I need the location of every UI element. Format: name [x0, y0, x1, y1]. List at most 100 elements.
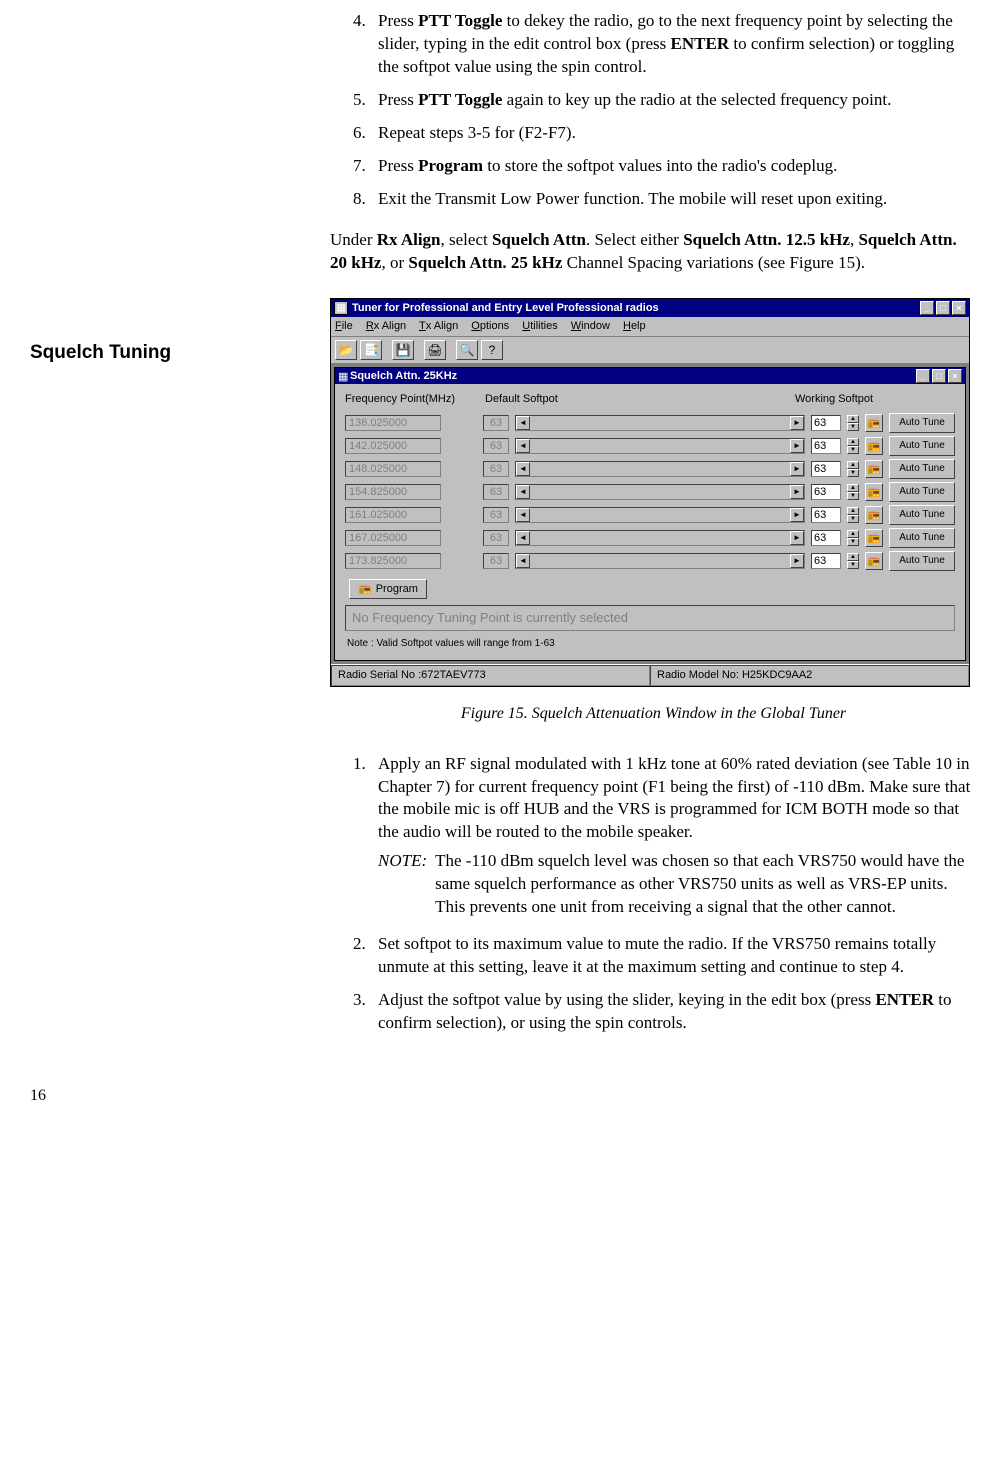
app-titlebar[interactable]: ▦ Tuner for Professional and Entry Level… — [331, 299, 969, 317]
child-close-button[interactable]: × — [948, 369, 962, 383]
menu-rx-align[interactable]: Rx Align — [366, 320, 406, 332]
minimize-button[interactable]: _ — [920, 301, 934, 315]
softpot-slider[interactable]: ◄► — [515, 530, 805, 546]
working-softpot-field[interactable]: 63 — [811, 415, 841, 431]
working-softpot-field[interactable]: 63 — [811, 484, 841, 500]
menu-options[interactable]: Options — [471, 320, 509, 332]
status-bar: Radio Serial No :672TAEV773 Radio Model … — [331, 664, 969, 686]
spin-down-icon[interactable]: ▼ — [847, 423, 859, 431]
freq-row: 148.02500063◄►63▲▼📻Auto Tune — [345, 459, 955, 479]
child-minimize-button[interactable]: _ — [916, 369, 930, 383]
spin-control[interactable]: ▲▼ — [847, 530, 859, 546]
row-action-button[interactable]: 📻 — [865, 437, 883, 455]
spin-control[interactable]: ▲▼ — [847, 438, 859, 454]
spin-up-icon[interactable]: ▲ — [847, 507, 859, 515]
working-softpot-field[interactable]: 63 — [811, 438, 841, 454]
row-action-button[interactable]: 📻 — [865, 483, 883, 501]
working-softpot-field[interactable]: 63 — [811, 507, 841, 523]
row-action-button[interactable]: 📻 — [865, 552, 883, 570]
menu-tx-align[interactable]: Tx Align — [419, 320, 458, 332]
spin-control[interactable]: ▲▼ — [847, 415, 859, 431]
close-button[interactable]: × — [952, 301, 966, 315]
softpot-slider[interactable]: ◄► — [515, 484, 805, 500]
freq-row: 173.82500063◄►63▲▼📻Auto Tune — [345, 551, 955, 571]
auto-tune-button[interactable]: Auto Tune — [889, 413, 955, 433]
slider-left-arrow-icon[interactable]: ◄ — [516, 554, 530, 568]
steps-bottom-list: Apply an RF signal modulated with 1 kHz … — [330, 753, 977, 1035]
softpot-slider[interactable]: ◄► — [515, 438, 805, 454]
row-action-button[interactable]: 📻 — [865, 529, 883, 547]
maximize-button[interactable]: □ — [936, 301, 950, 315]
note-line: Note : Valid Softpot values will range f… — [347, 637, 955, 651]
spin-up-icon[interactable]: ▲ — [847, 553, 859, 561]
slider-right-arrow-icon[interactable]: ► — [790, 554, 804, 568]
spin-down-icon[interactable]: ▼ — [847, 515, 859, 523]
freq-row: 154.82500063◄►63▲▼📻Auto Tune — [345, 482, 955, 502]
auto-tune-button[interactable]: Auto Tune — [889, 505, 955, 525]
spin-up-icon[interactable]: ▲ — [847, 415, 859, 423]
spin-down-icon[interactable]: ▼ — [847, 446, 859, 454]
menu-utilities[interactable]: Utilities — [522, 320, 557, 332]
toolbar-btn-1[interactable]: 📂 — [335, 340, 357, 360]
spin-up-icon[interactable]: ▲ — [847, 484, 859, 492]
menu-file[interactable]: File — [335, 320, 353, 332]
toolbar-btn-2[interactable]: 📑 — [360, 340, 382, 360]
step-5: Press PTT Toggle again to key up the rad… — [370, 89, 977, 112]
slider-left-arrow-icon[interactable]: ◄ — [516, 508, 530, 522]
freq-field: 142.025000 — [345, 438, 441, 454]
menu-help[interactable]: Help — [623, 320, 646, 332]
spin-down-icon[interactable]: ▼ — [847, 561, 859, 569]
spin-down-icon[interactable]: ▼ — [847, 469, 859, 477]
auto-tune-button[interactable]: Auto Tune — [889, 482, 955, 502]
slider-right-arrow-icon[interactable]: ► — [790, 485, 804, 499]
child-maximize-button[interactable]: □ — [932, 369, 946, 383]
row-action-button[interactable]: 📻 — [865, 460, 883, 478]
working-softpot-field[interactable]: 63 — [811, 461, 841, 477]
freq-field: 173.825000 — [345, 553, 441, 569]
slider-right-arrow-icon[interactable]: ► — [790, 531, 804, 545]
softpot-slider[interactable]: ◄► — [515, 507, 805, 523]
menu-window[interactable]: Window — [571, 320, 610, 332]
slider-right-arrow-icon[interactable]: ► — [790, 508, 804, 522]
toolbar-btn-4[interactable]: 🖨 — [424, 340, 446, 360]
auto-tune-button[interactable]: Auto Tune — [889, 459, 955, 479]
slider-left-arrow-icon[interactable]: ◄ — [516, 531, 530, 545]
row-action-button[interactable]: 📻 — [865, 506, 883, 524]
default-softpot-field: 63 — [483, 484, 509, 500]
child-titlebar[interactable]: ▦ Squelch Attn. 25KHz _ □ × — [335, 368, 965, 384]
slider-right-arrow-icon[interactable]: ► — [790, 439, 804, 453]
program-button[interactable]: 📻 Program — [349, 579, 427, 599]
slider-left-arrow-icon[interactable]: ◄ — [516, 485, 530, 499]
spin-control[interactable]: ▲▼ — [847, 484, 859, 500]
working-softpot-field[interactable]: 63 — [811, 530, 841, 546]
slider-left-arrow-icon[interactable]: ◄ — [516, 416, 530, 430]
toolbar-btn-3[interactable]: 💾 — [392, 340, 414, 360]
freq-field: 148.025000 — [345, 461, 441, 477]
slider-right-arrow-icon[interactable]: ► — [790, 416, 804, 430]
softpot-slider[interactable]: ◄► — [515, 553, 805, 569]
spin-control[interactable]: ▲▼ — [847, 461, 859, 477]
spin-down-icon[interactable]: ▼ — [847, 538, 859, 546]
program-icon: 📻 — [358, 582, 372, 597]
row-action-button[interactable]: 📻 — [865, 414, 883, 432]
auto-tune-button[interactable]: Auto Tune — [889, 528, 955, 548]
spin-control[interactable]: ▲▼ — [847, 507, 859, 523]
softpot-slider[interactable]: ◄► — [515, 415, 805, 431]
spin-down-icon[interactable]: ▼ — [847, 492, 859, 500]
spin-up-icon[interactable]: ▲ — [847, 461, 859, 469]
step-4: Press PTT Toggle to dekey the radio, go … — [370, 10, 977, 79]
slider-left-arrow-icon[interactable]: ◄ — [516, 439, 530, 453]
spin-control[interactable]: ▲▼ — [847, 553, 859, 569]
spin-up-icon[interactable]: ▲ — [847, 438, 859, 446]
softpot-slider[interactable]: ◄► — [515, 461, 805, 477]
spin-up-icon[interactable]: ▲ — [847, 530, 859, 538]
auto-tune-button[interactable]: Auto Tune — [889, 436, 955, 456]
slider-right-arrow-icon[interactable]: ► — [790, 462, 804, 476]
toolbar-btn-help[interactable]: ? — [481, 340, 503, 360]
default-softpot-field: 63 — [483, 553, 509, 569]
toolbar-btn-5[interactable]: 🔍 — [456, 340, 478, 360]
working-softpot-field[interactable]: 63 — [811, 553, 841, 569]
auto-tune-button[interactable]: Auto Tune — [889, 551, 955, 571]
child-icon: ▦ — [338, 370, 350, 382]
slider-left-arrow-icon[interactable]: ◄ — [516, 462, 530, 476]
